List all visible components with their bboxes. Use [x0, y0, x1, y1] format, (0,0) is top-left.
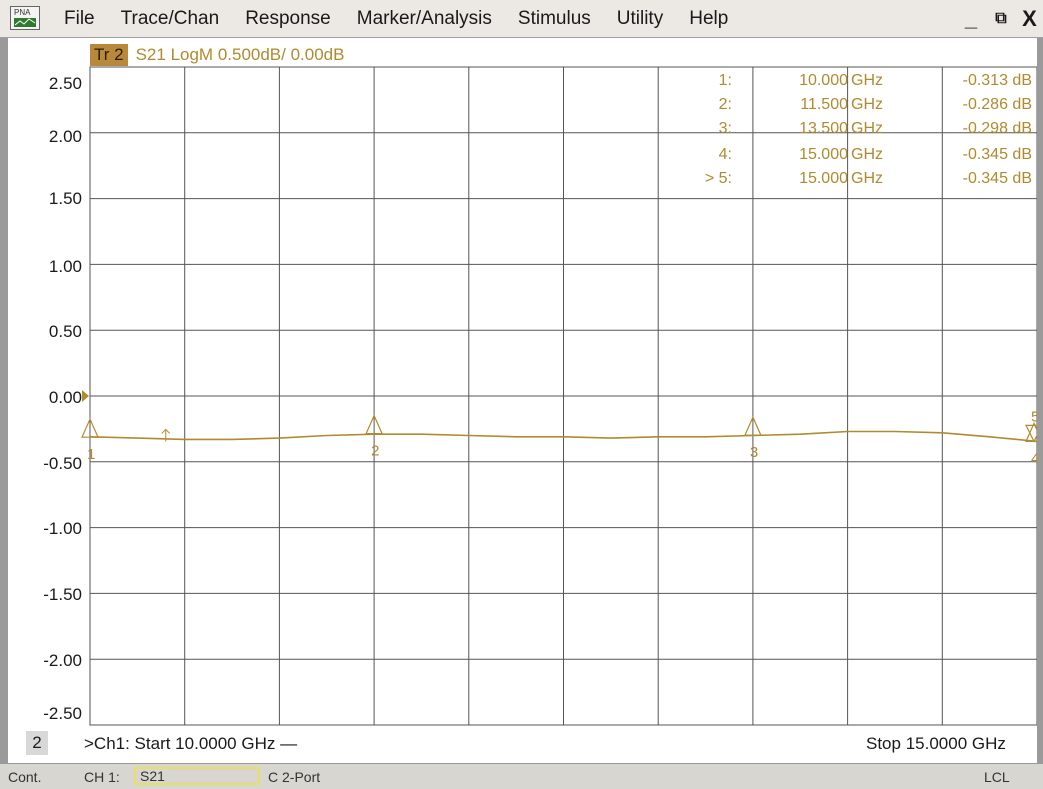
- marker-symbols: 1 2 3 45: [81, 408, 1043, 467]
- menu-help[interactable]: Help: [689, 8, 740, 30]
- marker-value: -0.313 dB: [962, 72, 1032, 89]
- channel-number-badge[interactable]: 2: [26, 731, 48, 755]
- marker-freq: 11.500: [800, 96, 848, 113]
- marker-id: 3:: [718, 120, 732, 137]
- menu-items: File Trace/Chan Response Marker/Analysis…: [64, 0, 754, 38]
- grid: [82, 66, 1038, 726]
- marker-unit: GHz: [851, 170, 883, 187]
- restore-icon: ⧉: [995, 10, 1007, 27]
- marker-unit: GHz: [851, 96, 883, 113]
- y-tick-label: 1.50: [48, 189, 82, 208]
- marker-value: -0.345 dB: [962, 170, 1032, 187]
- reference-level-arrow: [82, 390, 89, 402]
- calibration-status: C 2-Port: [268, 769, 321, 785]
- marker-value: -0.298 dB: [962, 120, 1032, 137]
- remote-status: LCL: [984, 769, 1010, 785]
- minimize-button[interactable]: _: [956, 4, 986, 34]
- marker-freq: 13.500: [799, 120, 848, 137]
- stop-frequency[interactable]: Stop 15.0000 GHz: [866, 734, 1006, 754]
- marker-id: 4:: [718, 146, 732, 163]
- menu-bar: PNA File Trace/Chan Response Marker/Anal…: [0, 0, 1043, 38]
- trace-header: Tr 2 S21 LogM 0.500dB/ 0.00dB: [90, 44, 344, 66]
- marker-unit: GHz: [851, 72, 883, 89]
- menu-file[interactable]: File: [64, 8, 107, 30]
- marker-freq: 10.000: [799, 72, 848, 89]
- marker-value: -0.286 dB: [962, 96, 1032, 113]
- y-tick-label: 1.00: [48, 257, 82, 276]
- y-tick-label: -0.50: [43, 454, 82, 473]
- marker-value: -0.345 dB: [962, 146, 1032, 163]
- svg-text:PNA: PNA: [14, 8, 31, 17]
- marker-unit: GHz: [851, 120, 883, 137]
- trace-tag[interactable]: Tr 2: [90, 44, 128, 66]
- menu-response[interactable]: Response: [245, 8, 343, 30]
- channel-status: CH 1:: [84, 769, 120, 785]
- y-tick-label: -2.00: [43, 651, 82, 670]
- y-tick-label: -2.50: [43, 704, 82, 723]
- marker-id: 2:: [718, 96, 732, 113]
- y-tick-label: 0.50: [48, 322, 82, 341]
- start-frequency[interactable]: >Ch1: Start 10.0000 GHz —: [84, 734, 297, 754]
- right-frame-border: [1037, 38, 1043, 769]
- marker-freq: 15.000: [799, 170, 848, 187]
- close-icon: X: [1022, 6, 1037, 31]
- marker-number-label: 2: [371, 443, 379, 460]
- sweep-mode-status: Cont.: [8, 769, 42, 785]
- y-tick-label: -1.50: [43, 585, 82, 604]
- left-frame-border: [0, 38, 8, 769]
- marker-number-label: 3: [750, 444, 758, 461]
- status-bar: Cont. CH 1: S21 C 2-Port LCL: [0, 763, 1043, 789]
- menu-utility[interactable]: Utility: [617, 8, 675, 30]
- measurement-status[interactable]: S21: [134, 767, 260, 785]
- marker-id: 1:: [718, 72, 732, 89]
- menu-marker-analysis[interactable]: Marker/Analysis: [357, 8, 504, 30]
- menu-trace-chan[interactable]: Trace/Chan: [121, 8, 232, 30]
- minimize-icon: _: [964, 6, 978, 31]
- marker-freq: 15.000: [799, 146, 848, 163]
- marker-id-active: > 5:: [704, 170, 732, 187]
- y-tick-label: 0.00: [48, 388, 82, 407]
- trace-plot: 1 2 3 45: [81, 66, 1043, 726]
- close-button[interactable]: X: [1016, 4, 1043, 34]
- y-tick-label: -1.00: [43, 519, 82, 538]
- marker-number-label: 1: [87, 446, 95, 463]
- menu-stimulus[interactable]: Stimulus: [518, 8, 603, 30]
- trace-label[interactable]: S21 LogM 0.500dB/ 0.00dB: [136, 45, 345, 65]
- marker-unit: GHz: [851, 146, 883, 163]
- y-tick-label: 2.00: [48, 127, 82, 146]
- restore-button[interactable]: ⧉: [986, 4, 1016, 34]
- pna-window: 12345 PNA File Trace/Chan Response Marke…: [0, 0, 1043, 789]
- y-tick-label: 2.50: [48, 74, 82, 93]
- pna-icon[interactable]: PNA: [10, 6, 40, 30]
